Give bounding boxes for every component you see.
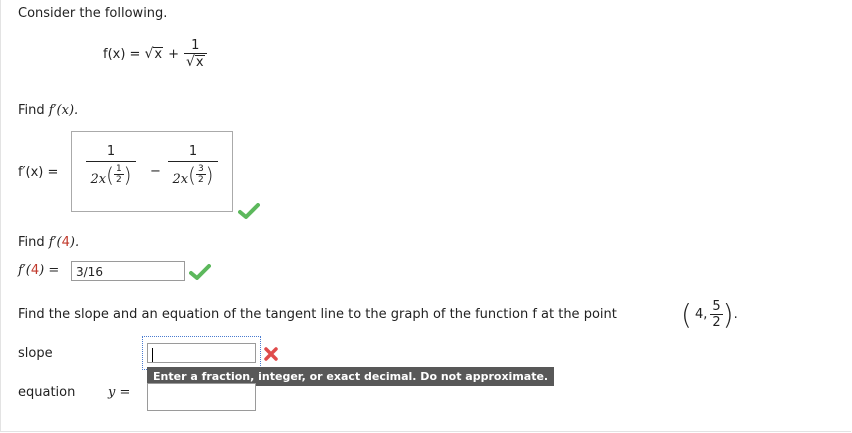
fraction-numerator: 1 bbox=[191, 38, 200, 53]
term2-exp-num: 3 bbox=[197, 164, 204, 174]
cross-icon bbox=[264, 347, 278, 361]
point-x: 4, bbox=[694, 307, 708, 322]
equation-input[interactable] bbox=[147, 383, 256, 411]
slope-label: slope bbox=[18, 346, 53, 361]
term2-denominator: 2x ( 3 2 ) bbox=[172, 162, 214, 188]
part2-prompt-arg: 4 bbox=[61, 235, 70, 250]
point-y-den: 2 bbox=[712, 315, 721, 330]
term1-exp-den: 2 bbox=[115, 175, 122, 185]
sqrt-arg: x bbox=[153, 47, 164, 62]
sqrt-term: √ x bbox=[144, 46, 164, 62]
point-y-fraction: 5 2 bbox=[710, 299, 723, 330]
text-caret bbox=[152, 347, 153, 362]
term2-fraction: 1 2x ( 3 2 ) bbox=[168, 144, 218, 187]
part1-prompt-label: Find bbox=[18, 103, 45, 118]
part2-label-arg: 4 bbox=[30, 263, 40, 278]
equation-lhs: y = bbox=[108, 385, 130, 400]
equation-lhs-text: y = bbox=[108, 385, 131, 400]
part2-label-close: ) = bbox=[39, 263, 60, 278]
term2-numerator: 1 bbox=[188, 144, 198, 159]
reciprocal-fraction: 1 √ x bbox=[183, 38, 207, 70]
check-icon bbox=[189, 264, 211, 280]
intro-text: Consider the following. bbox=[18, 6, 168, 21]
plus-sign: + bbox=[168, 46, 179, 62]
function-definition: f(x) = √ x + 1 √ x bbox=[103, 38, 207, 70]
left-paren: ( bbox=[681, 297, 692, 331]
slope-input[interactable] bbox=[147, 343, 256, 363]
part3-prompt: Find the slope and an equation of the ta… bbox=[18, 307, 617, 322]
term1-base: 2x bbox=[90, 172, 107, 187]
check-icon bbox=[238, 203, 260, 219]
term1-exp-num: 1 bbox=[115, 164, 122, 174]
part2-label-func: f′( bbox=[18, 263, 31, 278]
part1-prompt-func: f′(x). bbox=[48, 103, 79, 118]
fraction-denominator: √ x bbox=[185, 54, 205, 70]
function-lhs: f(x) = bbox=[103, 46, 141, 62]
part1-prompt: Find f′(x). bbox=[18, 103, 78, 118]
period: . bbox=[733, 307, 738, 322]
part2-prompt-label: Find bbox=[18, 235, 45, 250]
term2-exp-den: 2 bbox=[197, 175, 204, 185]
minus-sign: − bbox=[150, 164, 161, 179]
part2-answer-label: f′(4) = bbox=[18, 263, 59, 278]
term2-base: 2x bbox=[172, 172, 189, 187]
part2-prompt: Find f′(4). bbox=[18, 235, 79, 250]
part2-prompt-func: f′( bbox=[48, 235, 62, 250]
right-paren: ) bbox=[722, 297, 734, 331]
part2-prompt-close: ). bbox=[69, 235, 80, 250]
point-y-num: 5 bbox=[712, 299, 721, 314]
equation-label: equation bbox=[18, 385, 76, 400]
derivative-answer-box: 1 2x ( 1 2 ) − 1 2x ( 3 2) bbox=[71, 131, 233, 212]
part1-answer-label: f′(x) = bbox=[18, 165, 59, 180]
point-expression: ( 4, 5 2 ) . bbox=[681, 299, 738, 330]
term1-denominator: 2x ( 1 2 ) bbox=[90, 162, 132, 188]
term1-numerator: 1 bbox=[106, 144, 116, 159]
f-prime-4-input[interactable]: 3/16 bbox=[71, 261, 185, 281]
term1-fraction: 1 2x ( 1 2 ) bbox=[86, 144, 136, 187]
